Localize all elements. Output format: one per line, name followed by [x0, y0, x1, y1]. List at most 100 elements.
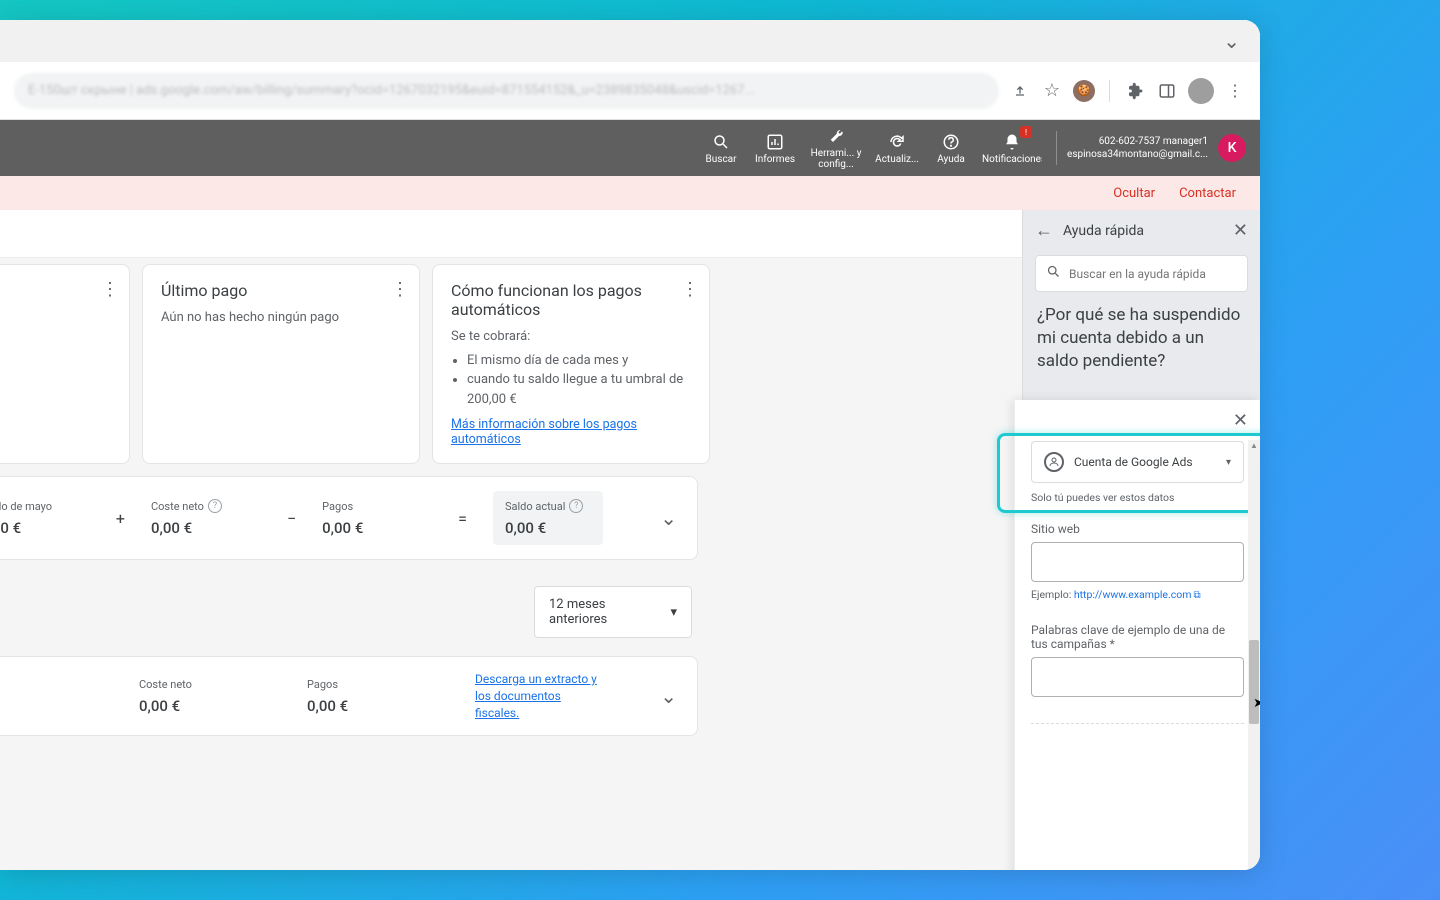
cookie-icon[interactable]: 🍪 [1073, 80, 1095, 102]
card-body: Se te cobrará: El mismo día de cada mes … [451, 327, 691, 409]
notifications-button[interactable]: ! Notificaciones [978, 120, 1046, 176]
hide-alert-link[interactable]: Ocultar [1113, 186, 1155, 201]
notifications-label: Notificaciones [982, 154, 1042, 165]
summary-row: Coste neto 0,00 € Pagos 0,00 € Descarga … [0, 656, 698, 736]
card-intro: Se te cobrará: [451, 327, 691, 347]
share-icon[interactable] [1009, 80, 1031, 102]
divider [1109, 80, 1110, 102]
keywords-field-label: Palabras clave de ejemplo de una de tus … [1031, 623, 1244, 651]
help-search-box[interactable] [1035, 255, 1248, 292]
notification-badge: ! [1020, 126, 1032, 138]
bookmark-star-icon[interactable]: ☆ [1041, 80, 1063, 102]
help-tooltip-icon[interactable]: ? [569, 499, 583, 513]
app-header: Buscar Informes Herrami... y config... A… [0, 120, 1260, 176]
browser-chrome: ⌄ E-150шт скрыне | ads.google.com/aw/bil… [0, 20, 1260, 120]
account-selector-label: Cuenta de Google Ads [1074, 455, 1216, 469]
balance-value: 0,00 € [322, 519, 432, 537]
website-example: Ejemplo: http://www.example.com⧉ [1031, 588, 1244, 601]
refresh-label: Actualiz... [875, 154, 919, 165]
help-search-input[interactable] [1069, 267, 1237, 281]
bell-icon [1003, 132, 1021, 152]
url-bar: E-150шт скрыне | ads.google.com/aw/billi… [0, 62, 1260, 120]
scroll-up-arrow-icon[interactable]: ▲ [1248, 440, 1260, 452]
more-menu-icon[interactable]: ⋮ [391, 279, 409, 300]
more-menu-icon[interactable]: ⋮ [681, 279, 699, 300]
search-label: Buscar [706, 154, 737, 165]
date-range-selector[interactable]: 12 meses anteriores ▾ [534, 586, 692, 638]
user-avatar[interactable]: K [1218, 134, 1246, 162]
sidepanel-icon[interactable] [1156, 80, 1178, 102]
minus-operator: − [269, 509, 314, 528]
refresh-button[interactable]: Actualiz... [870, 120, 924, 176]
scrollbar-track[interactable]: ▲ ➤ [1248, 440, 1260, 870]
reports-button[interactable]: Informes [748, 120, 802, 176]
help-label: Ayuda [937, 154, 965, 165]
account-email: espinosa34montano@gmail.c... [1067, 148, 1208, 161]
address-bar[interactable]: E-150шт скрыне | ads.google.com/aw/billi… [14, 73, 999, 109]
date-range-label: 12 meses anteriores [549, 597, 630, 627]
summary-label: Coste neto [139, 678, 249, 691]
person-circle-icon [1044, 452, 1064, 472]
card-body: Aún no has hecho ningún pago [161, 308, 401, 328]
chevron-down-icon[interactable]: ⌄ [1223, 29, 1240, 53]
help-tooltip-icon[interactable]: ? [208, 499, 222, 513]
chart-icon [766, 132, 784, 152]
form-divider [1031, 723, 1244, 724]
download-statement-link[interactable]: Descarga un extracto y los documentos fi… [475, 671, 605, 721]
divider [1056, 131, 1057, 165]
account-info: 602-602-7537 manager1 espinosa34montano@… [1067, 135, 1208, 161]
example-prefix: Ejemplo: [1031, 588, 1074, 601]
example-link[interactable]: http://www.example.com [1074, 588, 1192, 601]
search-icon [712, 132, 730, 152]
help-question-title: ¿Por qué se ha suspendido mi cuenta debi… [1023, 304, 1260, 373]
dropdown-arrow-icon: ▾ [670, 605, 677, 620]
help-button[interactable]: Ayuda [924, 120, 978, 176]
privacy-hint: Solo tú puedes ver estos datos [1031, 491, 1244, 504]
scrollbar-thumb[interactable] [1249, 640, 1259, 724]
account-selector[interactable]: Cuenta de Google Ads ▾ [1031, 441, 1244, 483]
refresh-icon [888, 132, 906, 152]
back-arrow-icon[interactable]: ← [1035, 220, 1053, 241]
learn-more-link[interactable]: Más información sobre los pagos automáti… [451, 417, 691, 447]
reports-label: Informes [755, 154, 795, 165]
card-last-payment: Último pago ⋮ Aún no has hecho ningún pa… [142, 264, 420, 464]
alert-bar: Ocultar Contactar [0, 176, 1260, 210]
card-automatic: mático ? ⋮ os [0, 264, 130, 464]
close-icon[interactable]: ✕ [1233, 220, 1248, 241]
summary-value: 0,00 € [139, 697, 249, 715]
more-menu-icon[interactable]: ⋮ [101, 279, 119, 300]
external-link-icon: ⧉ [1193, 590, 1200, 601]
search-icon [1046, 264, 1061, 283]
plus-operator: + [98, 509, 143, 528]
browser-menu-icon[interactable]: ⋮ [1224, 80, 1246, 102]
tools-label: Herrami... y config... [806, 148, 866, 170]
chevron-down-icon[interactable]: ⌄ [660, 684, 677, 708]
help-panel-title: Ayuda rápida [1063, 223, 1223, 239]
balance-value: 0,00 € [505, 519, 591, 537]
dropdown-arrow-icon: ▾ [1226, 457, 1231, 468]
summary-label: Pagos [307, 678, 417, 691]
card-body: os [0, 308, 111, 328]
bullet-item: cuando tu saldo llegue a tu umbral de 20… [467, 370, 691, 409]
website-input[interactable] [1031, 542, 1244, 582]
summary-value: 0,00 € [307, 697, 417, 715]
extensions-icon[interactable] [1124, 80, 1146, 102]
account-id: 602-602-7537 manager1 [1067, 135, 1208, 148]
balance-value: 0,00 € [151, 519, 261, 537]
tools-button[interactable]: Herrami... y config... [802, 120, 870, 176]
chevron-down-icon[interactable]: ⌄ [660, 506, 677, 530]
balance-label: Pagos [322, 500, 432, 513]
balance-row: lizan en Saldo de mayo 0,00 € + Coste ne… [0, 476, 698, 560]
search-button[interactable]: Buscar [694, 120, 748, 176]
card-title: Último pago [161, 281, 401, 300]
card-how-payments-work: Cómo funcionan los pagos automáticos ⋮ S… [432, 264, 710, 464]
balance-value: 0,00 € [0, 519, 90, 537]
website-field-label: Sitio web [1031, 522, 1244, 536]
browser-profile-avatar[interactable] [1188, 78, 1214, 104]
close-icon[interactable]: ✕ [1233, 410, 1248, 431]
contact-link[interactable]: Contactar [1179, 186, 1236, 201]
contact-form-panel: ✕ Cuenta de Google Ads ▾ Solo tú puedes … [1014, 400, 1260, 870]
card-title: Cómo funcionan los pagos automáticos [451, 281, 691, 319]
keywords-input[interactable] [1031, 657, 1244, 697]
wrench-icon [827, 126, 845, 146]
